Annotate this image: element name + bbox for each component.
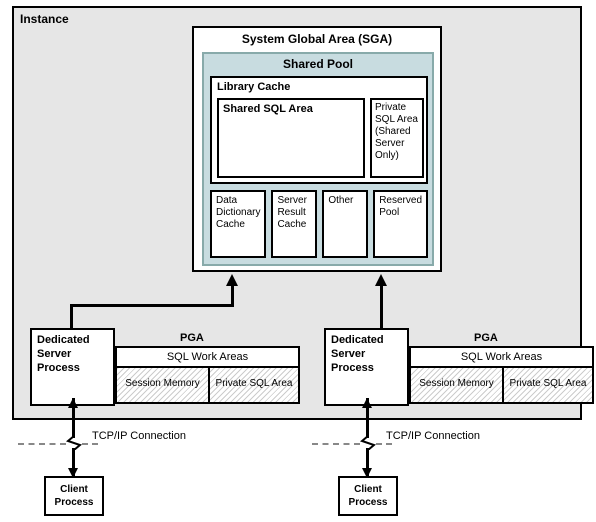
pga-label: PGA bbox=[180, 332, 204, 344]
tcpip-label: TCP/IP Connection bbox=[92, 430, 186, 442]
shared-sql-area-label: Shared SQL Area bbox=[219, 100, 363, 118]
shared-pool-row: Data Dictionary Cache Server Result Cach… bbox=[210, 190, 428, 258]
private-sql-area-box: Private SQL Area bbox=[210, 368, 300, 404]
data-dictionary-cache-box: Data Dictionary Cache bbox=[210, 190, 266, 258]
pga-box: SQL Work Areas Session Memory Private SQ… bbox=[409, 346, 594, 406]
instance-container: Instance System Global Area (SGA) Shared… bbox=[12, 6, 582, 420]
sql-work-areas-box: SQL Work Areas bbox=[409, 346, 594, 368]
dedicated-server-process-box: Dedicated Server Process bbox=[324, 328, 409, 406]
dashed-line bbox=[376, 443, 392, 445]
shared-sql-area-box: Shared SQL Area bbox=[217, 98, 365, 178]
shared-pool-title: Shared Pool bbox=[204, 54, 432, 74]
instance-label: Instance bbox=[20, 12, 69, 26]
arrow-segment bbox=[70, 304, 234, 307]
private-sql-area-shared-server-box: Private SQL Area (Shared Server Only) bbox=[370, 98, 424, 178]
private-sql-area-box: Private SQL Area bbox=[504, 368, 594, 404]
tcpip-label: TCP/IP Connection bbox=[386, 430, 480, 442]
dashed-line bbox=[312, 443, 360, 445]
session-memory-box: Session Memory bbox=[409, 368, 504, 404]
arrow-head-icon bbox=[375, 274, 387, 286]
library-cache-title: Library Cache bbox=[217, 81, 290, 93]
dashed-line bbox=[18, 443, 66, 445]
pga-label: PGA bbox=[474, 332, 498, 344]
server-result-cache-box: Server Result Cache bbox=[271, 190, 317, 258]
arrow-head-icon bbox=[362, 398, 372, 408]
reserved-pool-box: Reserved Pool bbox=[373, 190, 428, 258]
library-cache-box: Library Cache Shared SQL Area Private SQ… bbox=[210, 76, 428, 184]
client-process-box: Client Process bbox=[338, 476, 398, 516]
arrow-head-icon bbox=[226, 274, 238, 286]
session-memory-box: Session Memory bbox=[115, 368, 210, 404]
pga-box: SQL Work Areas Session Memory Private SQ… bbox=[115, 346, 300, 406]
shared-pool-box: Shared Pool Library Cache Shared SQL Are… bbox=[202, 52, 434, 266]
dashed-line bbox=[82, 443, 98, 445]
arrow-segment bbox=[231, 284, 234, 306]
pga-bottom-row: Session Memory Private SQL Area bbox=[409, 368, 594, 404]
sga-title: System Global Area (SGA) bbox=[194, 28, 440, 50]
arrow-segment bbox=[380, 284, 383, 328]
dedicated-server-process-box: Dedicated Server Process bbox=[30, 328, 115, 406]
arrow-segment bbox=[70, 304, 73, 330]
arrow-head-icon bbox=[68, 398, 78, 408]
other-box: Other bbox=[322, 190, 368, 258]
sga-box: System Global Area (SGA) Shared Pool Lib… bbox=[192, 26, 442, 272]
dedicated-server-group-right: Dedicated Server Process PGA SQL Work Ar… bbox=[324, 328, 596, 406]
pga-bottom-row: Session Memory Private SQL Area bbox=[115, 368, 300, 404]
client-process-box: Client Process bbox=[44, 476, 104, 516]
sql-work-areas-box: SQL Work Areas bbox=[115, 346, 300, 368]
dedicated-server-group-left: Dedicated Server Process PGA SQL Work Ar… bbox=[30, 328, 302, 406]
